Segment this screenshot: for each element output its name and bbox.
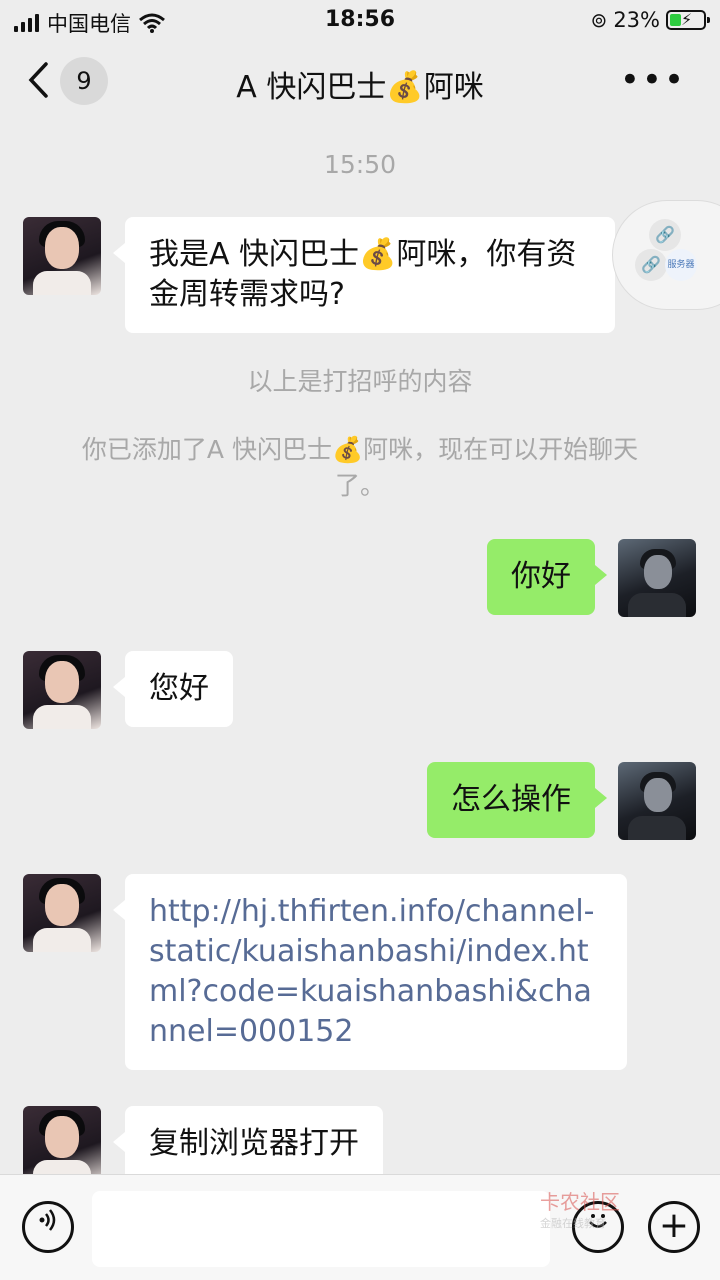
back-button[interactable] <box>26 60 50 107</box>
more-functions-button[interactable]: + <box>648 1201 700 1253</box>
status-bar: 中国电信 18:56 ⊚ 23% ⚡ <box>0 0 720 40</box>
contact-avatar[interactable] <box>23 1106 101 1174</box>
link-icon: 🔗 <box>649 219 681 251</box>
system-message-added: 你已添加了A 快闪巴士💰阿咪，现在可以开始聊天了。 <box>81 435 639 500</box>
watermark-title: 卡农社区 <box>540 1190 620 1214</box>
chat-title: A 快闪巴士💰阿咪 <box>236 70 484 105</box>
message-bubble-outgoing[interactable]: 你好 <box>487 539 607 615</box>
input-bar: 卡农社区 金融在线教育 + <box>0 1174 720 1280</box>
unread-count-badge[interactable]: 9 <box>60 57 108 105</box>
battery-percent: 23% <box>613 8 660 32</box>
my-avatar[interactable] <box>618 762 696 840</box>
message-bubble-incoming[interactable]: 您好 <box>113 651 233 727</box>
contact-avatar[interactable] <box>23 217 101 295</box>
message-link[interactable]: http://hj.thfirten.info/channel-static/k… <box>113 874 627 1070</box>
floating-window-widget[interactable]: 🔗 🔗 服务器 <box>612 200 720 310</box>
my-avatar[interactable] <box>618 539 696 617</box>
battery-icon: ⚡ <box>666 10 710 30</box>
more-options-button[interactable]: ••• <box>620 60 686 100</box>
voice-icon <box>39 1209 56 1231</box>
watermark: 卡农社区 金融在线教育 <box>540 1191 620 1235</box>
message-input[interactable] <box>92 1191 550 1267</box>
rotation-lock-icon: ⊚ <box>590 8 608 32</box>
message-list[interactable]: 15:50 我是A 快闪巴士💰阿咪，你有资金周转需求吗? 以上是打招呼的内容 你… <box>0 124 720 1174</box>
voice-input-button[interactable] <box>22 1201 74 1253</box>
plus-icon: + <box>658 1205 690 1246</box>
message-bubble-outgoing[interactable]: 怎么操作 <box>427 762 607 838</box>
message-bubble-incoming[interactable]: 复制浏览器打开 <box>113 1106 383 1174</box>
message-bubble-incoming[interactable]: 我是A 快闪巴士💰阿咪，你有资金周转需求吗? <box>113 217 615 333</box>
timestamp: 15:50 <box>323 150 397 179</box>
status-right: ⊚ 23% ⚡ <box>590 8 710 32</box>
chevron-left-icon <box>28 62 48 98</box>
chat-header: 9 A 快闪巴士💰阿咪 ••• <box>0 40 720 124</box>
watermark-subtitle: 金融在线教育 <box>540 1217 606 1230</box>
contact-avatar[interactable] <box>23 651 101 729</box>
contact-avatar[interactable] <box>23 874 101 952</box>
system-message-greeting: 以上是打招呼的内容 <box>247 367 473 396</box>
link-icon: 🔗 <box>635 249 667 281</box>
floating-app-icon: 服务器 <box>665 249 697 281</box>
